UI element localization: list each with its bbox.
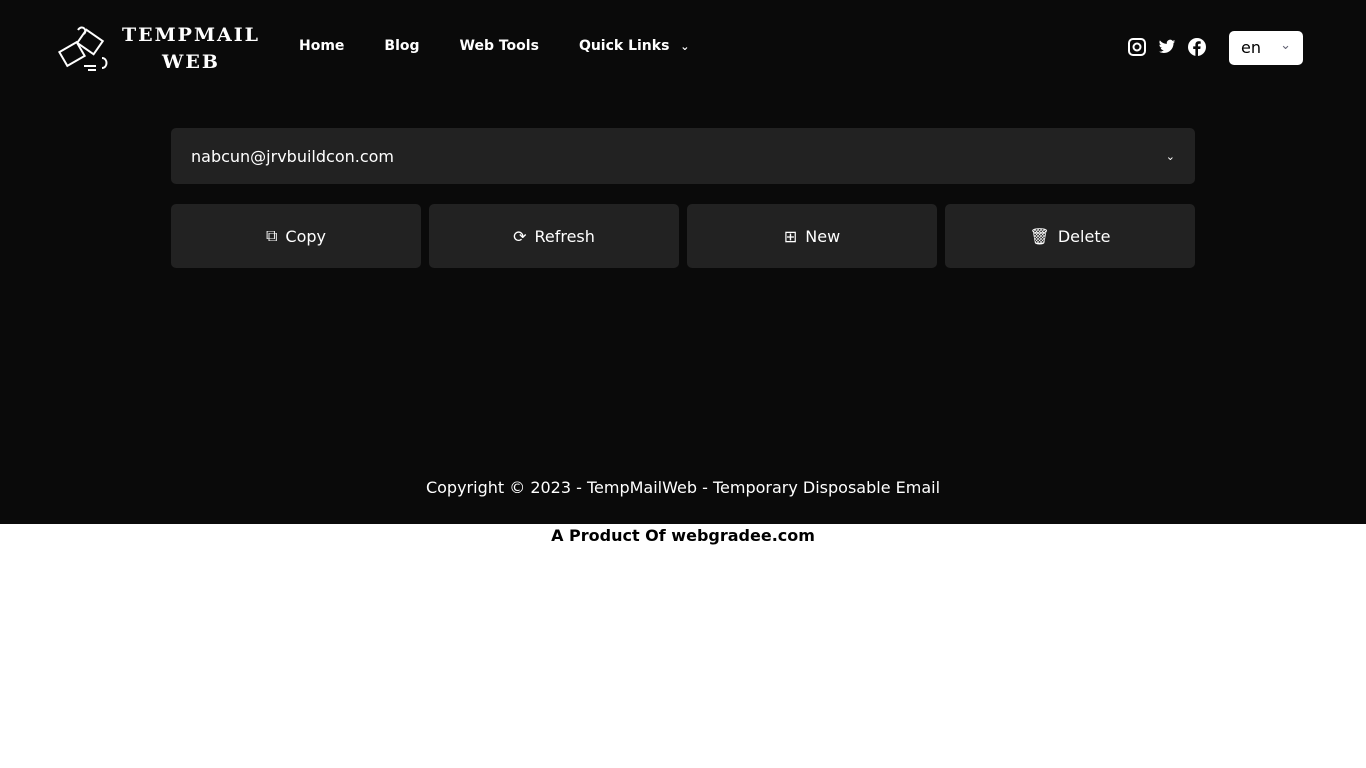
language-value: en (1241, 38, 1261, 57)
chevron-down-icon: ⌄ (1280, 38, 1291, 53)
refresh-icon: ⟳ (513, 226, 527, 246)
navbar: TEMPMAIL WEB Home Blog Web Tools Quick Li… (0, 0, 1366, 96)
nav-quick-links[interactable]: Quick Links ⌄ (579, 38, 730, 54)
email-value: nabcun@jrvbuildcon.com (191, 146, 394, 166)
page-dark-area: TEMPMAIL WEB Home Blog Web Tools Quick Li… (0, 0, 1366, 524)
plus-square-icon: ⊞ (783, 226, 798, 246)
instagram-icon[interactable] (1128, 38, 1146, 56)
nav-blog[interactable]: Blog (384, 38, 419, 54)
copy-icon: ⧉ (265, 226, 278, 245)
refresh-button[interactable]: ⟳ Refresh (429, 204, 679, 268)
chevron-down-icon: ⌄ (680, 40, 690, 53)
nav-web-tools[interactable]: Web Tools (460, 38, 539, 54)
quick-links-label: Quick Links (578, 38, 670, 54)
envelope-logo-icon (58, 26, 108, 71)
trash-icon: 🗑 (1029, 226, 1050, 246)
twitter-icon[interactable] (1158, 38, 1176, 56)
logo-line1: TEMPMAIL (122, 24, 260, 46)
copy-label: Copy (285, 226, 327, 246)
logo-line2: WEB (162, 51, 220, 73)
new-label: New (805, 226, 841, 246)
copyright: Copyright © 2023 - TempMailWeb - Tempora… (425, 478, 941, 497)
nav-home[interactable]: Home (299, 38, 344, 54)
product-credit: A Product Of webgradee.com (551, 526, 815, 545)
new-button[interactable]: ⊞ New (687, 204, 937, 268)
language-select[interactable]: en ⌄ (1229, 31, 1303, 65)
delete-button[interactable]: 🗑 Delete (945, 204, 1195, 268)
chevron-down-icon: ⌄ (1165, 149, 1175, 163)
refresh-label: Refresh (534, 226, 595, 246)
copy-button[interactable]: ⧉ Copy (171, 204, 421, 268)
logo[interactable]: TEMPMAIL WEB (58, 22, 260, 76)
email-select[interactable]: nabcun@jrvbuildcon.com ⌄ (171, 128, 1195, 184)
facebook-icon[interactable] (1188, 38, 1206, 56)
delete-label: Delete (1057, 226, 1111, 246)
